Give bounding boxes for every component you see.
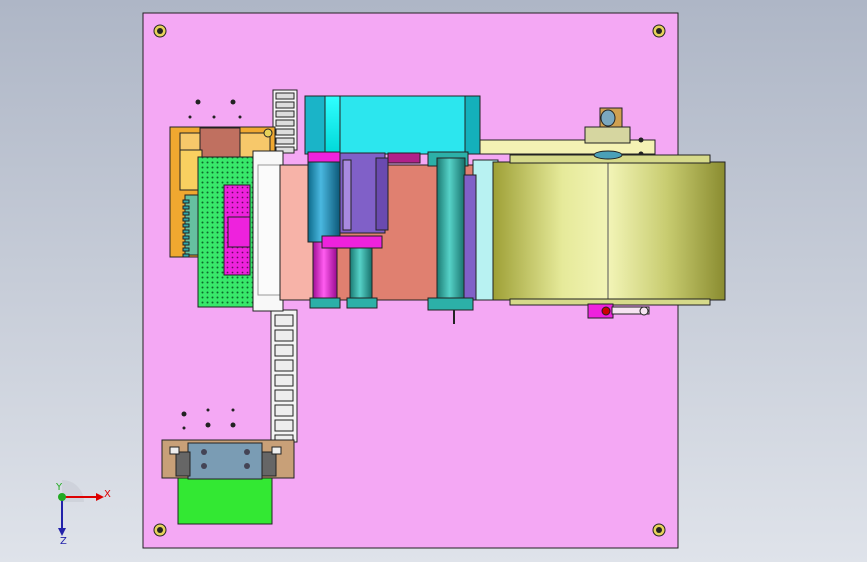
gear-tooth (182, 199, 190, 204)
z-axis-label: Z (60, 536, 67, 547)
chain-link (275, 128, 295, 136)
gear-tooth (182, 205, 190, 210)
cyan-top-block[interactable] (304, 95, 481, 155)
adhesive-tape-roll[interactable] (492, 150, 726, 306)
gear-tooth (182, 211, 190, 216)
mounting-hole (153, 523, 167, 537)
cad-scene[interactable]: X Y Z (0, 0, 867, 562)
gear-tooth (182, 229, 190, 234)
chain-link (274, 404, 294, 417)
chain-link (275, 137, 295, 145)
chain-links (274, 314, 294, 447)
chain-link (274, 344, 294, 357)
pneumatic-cylinder[interactable] (307, 151, 341, 309)
gear-tooth (182, 253, 190, 258)
chain-link (274, 389, 294, 402)
gear-tooth (182, 247, 190, 252)
chain-link (275, 92, 295, 100)
chain-link (274, 314, 294, 327)
cad-viewport[interactable]: X Y Z (0, 0, 867, 562)
y-axis-label: Y (55, 482, 63, 493)
chain-link (275, 119, 295, 127)
chain-link (274, 329, 294, 342)
gear-tooth (182, 235, 190, 240)
chain-link (275, 101, 295, 109)
cable-drag-chain-top[interactable] (272, 89, 298, 154)
gear-tooth (182, 217, 190, 222)
chain-link (274, 374, 294, 387)
gear-tooth (182, 223, 190, 228)
mounting-hole (153, 24, 167, 38)
mounting-hole (652, 24, 666, 38)
chain-link (274, 419, 294, 432)
mounting-hole (652, 523, 666, 537)
chain-link (275, 110, 295, 118)
x-axis-label: X (104, 489, 111, 500)
cable-drag-chain[interactable] (270, 309, 298, 447)
gear-tooth (182, 241, 190, 246)
chain-link (274, 359, 294, 372)
